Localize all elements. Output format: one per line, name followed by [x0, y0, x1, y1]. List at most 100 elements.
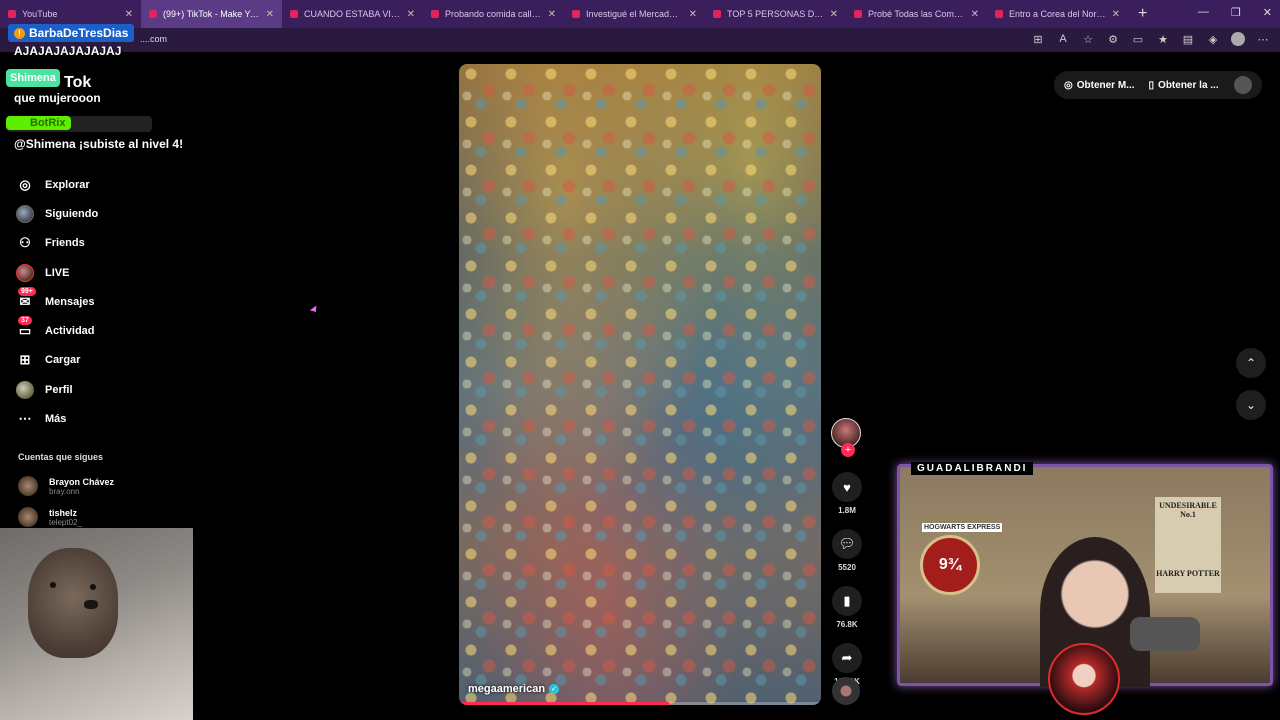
browser-tab[interactable]: Probando comida callejera e ✕: [423, 0, 564, 28]
profile-icon: [16, 380, 34, 399]
sidebar-item-label: Más: [45, 413, 67, 426]
chevron-down-icon: ⌄: [1245, 398, 1257, 412]
favicon-icon: [431, 10, 439, 18]
minimize-icon[interactable]: —: [1198, 6, 1209, 19]
following-name: tishelz: [49, 507, 78, 518]
messages-icon: ✉ 99+: [16, 286, 36, 311]
get-app-button[interactable]: ▯ Obtener la ...: [1149, 80, 1219, 91]
avatar-icon: [16, 204, 34, 223]
extensions-icon[interactable]: ⚙: [1106, 32, 1120, 46]
friends-icon: ⚇: [19, 235, 31, 251]
sidebar-item-mas[interactable]: ⋯ Más: [16, 404, 166, 433]
mouse-cursor: [309, 305, 320, 315]
close-tab-icon[interactable]: ✕: [971, 9, 979, 20]
sidebar-item-friends[interactable]: ⚇ Friends: [16, 229, 166, 258]
sidebar-item-mensajes[interactable]: ✉ 99+ Mensajes: [16, 286, 166, 316]
microphone: [1130, 617, 1200, 651]
sidebar-item-live[interactable]: LIVE: [16, 258, 166, 287]
video-frame: [459, 64, 821, 705]
collections-icon[interactable]: ▤: [1181, 32, 1195, 46]
more-menu-icon[interactable]: ⋯: [1256, 32, 1270, 46]
favicon-icon: [713, 10, 721, 18]
video-progress-bar[interactable]: [459, 702, 821, 705]
browser-tab[interactable]: TOP 5 PERSONAS DESINFOR ✕: [705, 0, 846, 28]
video-author[interactable]: megaamerican ✓: [468, 683, 560, 695]
maximize-icon[interactable]: ❐: [1231, 6, 1241, 19]
heart-icon[interactable]: ♥: [832, 472, 862, 502]
url-text[interactable]: ....com: [140, 34, 167, 44]
get-app-label: Obtener la ...: [1158, 79, 1219, 91]
following-handle: telept02_: [49, 517, 82, 527]
following-name: Brayon Chávez: [49, 476, 115, 487]
close-tab-icon[interactable]: ✕: [689, 9, 697, 20]
chat-message: @Shimena ¡subiste al nivel 4!: [14, 137, 184, 151]
close-tab-icon[interactable]: ✕: [266, 9, 274, 20]
like-count: 1.8M: [838, 506, 856, 515]
next-video-button[interactable]: ⌄: [1236, 390, 1266, 420]
music-disc-icon[interactable]: [832, 677, 860, 705]
notification-badge: 37: [18, 316, 32, 326]
sidebar-item-label: Perfil: [45, 383, 73, 396]
close-tab-icon[interactable]: ✕: [407, 9, 415, 20]
sidebar-item-cargar[interactable]: ⊞ Cargar: [16, 346, 166, 375]
favicon-icon: [995, 10, 1003, 18]
tab-title: TOP 5 PERSONAS DESINFOR: [727, 9, 824, 19]
translate-icon[interactable]: A: [1056, 32, 1070, 46]
chat-bot-tag: BotRix: [6, 116, 72, 130]
upload-icon: ⊞: [19, 352, 31, 368]
otter-eye: [50, 582, 56, 588]
favorites-icon[interactable]: ★: [1156, 32, 1170, 46]
share-icon[interactable]: ➦: [832, 643, 862, 673]
browser-tab[interactable]: Probé Todas las Comidas XX ✕: [846, 0, 987, 28]
comment-action[interactable]: 💬︎ 5520: [831, 529, 863, 572]
favicon-icon: [854, 10, 862, 18]
sidebar-nav: ◎ Explorar Siguiendo ⚇ Friends LIVE ✉ 99+ Mensaj…: [16, 170, 166, 434]
sidebar-item-explorar[interactable]: ◎ Explorar: [16, 170, 166, 199]
tab-title: Probando comida callejera e: [445, 9, 542, 19]
poster-name: HARRY POTTER: [1156, 569, 1220, 578]
close-tab-icon[interactable]: ✕: [1112, 9, 1120, 20]
tiktok-logo-text: Tok: [64, 74, 92, 91]
avatar: [18, 507, 38, 527]
creator-avatar[interactable]: +: [831, 418, 861, 457]
video-username[interactable]: megaamerican: [468, 683, 545, 695]
profile-avatar[interactable]: [1231, 32, 1245, 46]
split-screen-icon[interactable]: ▭: [1131, 32, 1145, 46]
sidebar-item-siguiendo[interactable]: Siguiendo: [16, 199, 166, 228]
browser-tab[interactable]: Investigué el Mercado de Ar ✕: [564, 0, 705, 28]
close-tab-icon[interactable]: ✕: [125, 9, 133, 20]
address-bar-icons: ⊞ A ☆ ⚙ ▭ ★ ▤ ◈ ⋯: [1031, 32, 1270, 46]
sidebar-item-perfil[interactable]: Perfil: [16, 375, 166, 404]
favorite-star-icon[interactable]: ☆: [1081, 32, 1095, 46]
live-icon: [16, 263, 34, 282]
following-item[interactable]: Brayon Chávez bray.onn: [18, 476, 114, 496]
video-player[interactable]: megaamerican ✓: [459, 64, 821, 705]
save-action[interactable]: ▮ 76.8K: [831, 586, 863, 629]
tab-title: Entro a Corea del Norte - Yo: [1009, 9, 1106, 19]
close-tab-icon[interactable]: ✕: [830, 9, 838, 20]
sidebar-item-label: Mensajes: [45, 295, 95, 308]
browser-tab[interactable]: CUANDO ESTABA VIVA a NA ✕: [282, 0, 423, 28]
comment-icon[interactable]: 💬︎: [832, 529, 862, 559]
like-action[interactable]: ♥ 1.8M: [831, 472, 863, 515]
facecam-label: GUADALIBRANDI: [911, 462, 1034, 475]
bookmark-icon[interactable]: ▮: [832, 586, 862, 616]
favicon-icon: [149, 10, 157, 18]
previous-video-button[interactable]: ⌃: [1236, 348, 1266, 378]
app-install-icon[interactable]: ⊞: [1031, 32, 1045, 46]
new-tab-button[interactable]: +: [1128, 5, 1157, 23]
get-coins-button[interactable]: ◎ Obtener M...: [1064, 80, 1135, 91]
get-app-bar: ◎ Obtener M... ▯ Obtener la ...: [1054, 71, 1262, 99]
sub-badge-icon: !: [14, 27, 25, 39]
browser-tab[interactable]: (99+) TikTok - Make Your ✕: [141, 0, 282, 28]
browser-tab[interactable]: Entro a Corea del Norte - Yo ✕: [987, 0, 1128, 28]
user-avatar[interactable]: [1234, 76, 1252, 94]
shield-icon[interactable]: ◈: [1206, 32, 1220, 46]
favicon-icon: [290, 10, 298, 18]
close-tab-icon[interactable]: ✕: [548, 9, 556, 20]
close-window-icon[interactable]: ✕: [1263, 6, 1272, 19]
sidebar-item-actividad[interactable]: ▭ 37 Actividad: [16, 316, 166, 345]
follow-plus-icon[interactable]: +: [841, 443, 855, 457]
following-item[interactable]: tishelz telept02_: [18, 507, 82, 527]
video-progress-fill: [459, 702, 669, 705]
